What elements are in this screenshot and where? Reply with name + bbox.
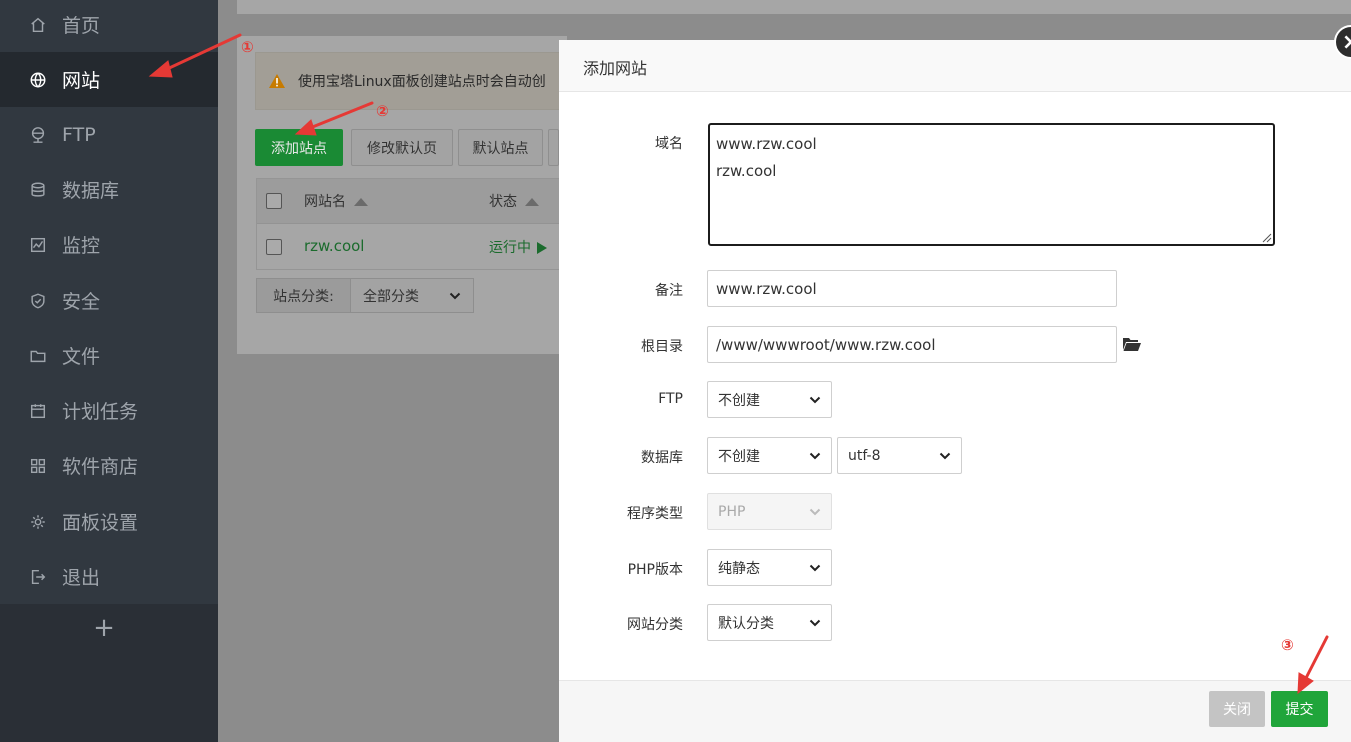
default-site-button[interactable]: 默认站点 bbox=[458, 129, 543, 166]
sidebar-item-settings[interactable]: 面板设置 bbox=[0, 494, 218, 549]
database-icon bbox=[28, 180, 48, 200]
sidebar-item-label: 首页 bbox=[62, 15, 101, 37]
sidebar: 首页 网站 FTP 数据库 监控 安全 文件 计划任务 软件商店 面板设置 退出… bbox=[0, 0, 218, 742]
chevron-down-icon bbox=[809, 396, 821, 403]
database-select[interactable]: 不创建 bbox=[707, 437, 832, 474]
notice-text: 使用宝塔Linux面板创建站点时会自动创 bbox=[298, 74, 546, 90]
sidebar-item-label: 文件 bbox=[62, 346, 101, 368]
ftp-label: FTP bbox=[658, 391, 683, 407]
sidebar-item-ftp[interactable]: FTP bbox=[0, 107, 218, 162]
sidebar-item-files[interactable]: 文件 bbox=[0, 328, 218, 383]
row-checkbox[interactable] bbox=[266, 239, 282, 255]
modal-header: 添加网站 bbox=[559, 40, 1351, 92]
home-icon bbox=[28, 15, 48, 35]
sidebar-item-label: 软件商店 bbox=[62, 456, 139, 478]
close-button[interactable]: 关闭 bbox=[1209, 691, 1265, 727]
table-row: rzw.cool 运行中 bbox=[257, 224, 568, 270]
chevron-down-icon bbox=[809, 452, 821, 459]
folder-icon bbox=[28, 346, 48, 366]
chevron-down-icon bbox=[809, 619, 821, 626]
site-category-select[interactable]: 默认分类 bbox=[707, 604, 832, 641]
sidebar-item-website[interactable]: 网站 bbox=[0, 52, 218, 107]
site-category-label: 网站分类 bbox=[627, 617, 683, 633]
modal-title: 添加网站 bbox=[583, 59, 648, 78]
folder-open-icon[interactable] bbox=[1122, 336, 1142, 352]
sidebar-item-label: 网站 bbox=[62, 70, 101, 92]
remark-label: 备注 bbox=[655, 283, 683, 299]
program-type-label: 程序类型 bbox=[627, 506, 683, 522]
gear-icon bbox=[28, 512, 48, 532]
sidebar-item-home[interactable]: 首页 bbox=[0, 0, 218, 52]
notice-alert: 使用宝塔Linux面板创建站点时会自动创 bbox=[255, 52, 567, 110]
chevron-down-icon bbox=[939, 452, 951, 459]
root-dir-input[interactable]: /www/wwwroot/www.rzw.cool bbox=[707, 326, 1117, 363]
category-select[interactable]: 全部分类 bbox=[351, 279, 473, 312]
chevron-down-icon bbox=[449, 292, 461, 299]
site-name-link[interactable]: rzw.cool bbox=[304, 237, 364, 255]
sidebar-item-label: 退出 bbox=[62, 567, 101, 589]
remark-input[interactable]: www.rzw.cool bbox=[707, 270, 1117, 307]
sidebar-item-label: FTP bbox=[62, 123, 96, 146]
add-site-button[interactable]: 添加站点 bbox=[255, 129, 343, 166]
calendar-icon bbox=[28, 401, 48, 421]
sidebar-item-database[interactable]: 数据库 bbox=[0, 162, 218, 217]
ftp-select[interactable]: 不创建 bbox=[707, 381, 832, 418]
annotation-step-2: ② bbox=[376, 102, 389, 120]
site-name-header[interactable]: 网站名 bbox=[304, 191, 368, 211]
sidebar-item-label: 安全 bbox=[62, 291, 101, 313]
shield-icon bbox=[28, 291, 48, 311]
sidebar-item-label: 面板设置 bbox=[62, 512, 139, 534]
charset-select[interactable]: utf-8 bbox=[837, 437, 962, 474]
category-label: 站点分类: bbox=[257, 279, 351, 312]
sidebar-item-security[interactable]: 安全 bbox=[0, 273, 218, 328]
sidebar-item-monitor[interactable]: 监控 bbox=[0, 217, 218, 272]
edit-default-page-button[interactable]: 修改默认页 bbox=[351, 129, 453, 166]
sidebar-item-store[interactable]: 软件商店 bbox=[0, 438, 218, 493]
site-status[interactable]: 运行中 bbox=[489, 237, 547, 257]
domain-textarea[interactable]: www.rzw.cool rzw.cool bbox=[708, 123, 1275, 246]
resize-grip-icon[interactable] bbox=[1262, 233, 1272, 243]
site-category-filter: 站点分类: 全部分类 bbox=[256, 278, 474, 313]
sidebar-menu: 首页 网站 FTP 数据库 监控 安全 文件 计划任务 软件商店 面板设置 退出 bbox=[0, 0, 218, 604]
add-menu-button[interactable]: + bbox=[92, 614, 116, 642]
play-icon bbox=[537, 242, 547, 254]
site-table: 网站名 状态 rzw.cool 运行中 bbox=[256, 178, 568, 270]
annotation-step-3: ③ bbox=[1281, 636, 1294, 654]
annotation-step-1: ① bbox=[241, 38, 254, 56]
more-button[interactable] bbox=[548, 129, 559, 166]
sidebar-item-label: 监控 bbox=[62, 235, 101, 257]
sort-asc-icon bbox=[525, 198, 539, 206]
domain-label: 域名 bbox=[655, 136, 683, 152]
database-label: 数据库 bbox=[641, 450, 683, 466]
submit-button[interactable]: 提交 bbox=[1271, 691, 1328, 727]
sort-asc-icon bbox=[354, 198, 368, 206]
logout-icon bbox=[28, 567, 48, 587]
page-top-bar bbox=[237, 0, 1351, 14]
grid-icon bbox=[28, 456, 48, 476]
ftp-icon bbox=[28, 125, 48, 145]
sidebar-item-label: 计划任务 bbox=[62, 401, 139, 423]
status-header[interactable]: 状态 bbox=[489, 191, 539, 211]
table-header: 网站名 状态 bbox=[257, 179, 568, 224]
sidebar-item-cron[interactable]: 计划任务 bbox=[0, 383, 218, 438]
warning-icon bbox=[269, 74, 285, 88]
globe-icon bbox=[28, 70, 48, 90]
chevron-down-icon bbox=[809, 564, 821, 571]
sidebar-item-label: 数据库 bbox=[62, 180, 120, 202]
select-all-checkbox[interactable] bbox=[266, 193, 282, 209]
php-version-select[interactable]: 纯静态 bbox=[707, 549, 832, 586]
program-type-select: PHP bbox=[707, 493, 832, 530]
monitor-icon bbox=[28, 235, 48, 255]
root-dir-label: 根目录 bbox=[641, 339, 683, 355]
php-version-label: PHP版本 bbox=[627, 562, 683, 578]
chevron-down-icon bbox=[809, 508, 821, 515]
sidebar-item-logout[interactable]: 退出 bbox=[0, 549, 218, 604]
